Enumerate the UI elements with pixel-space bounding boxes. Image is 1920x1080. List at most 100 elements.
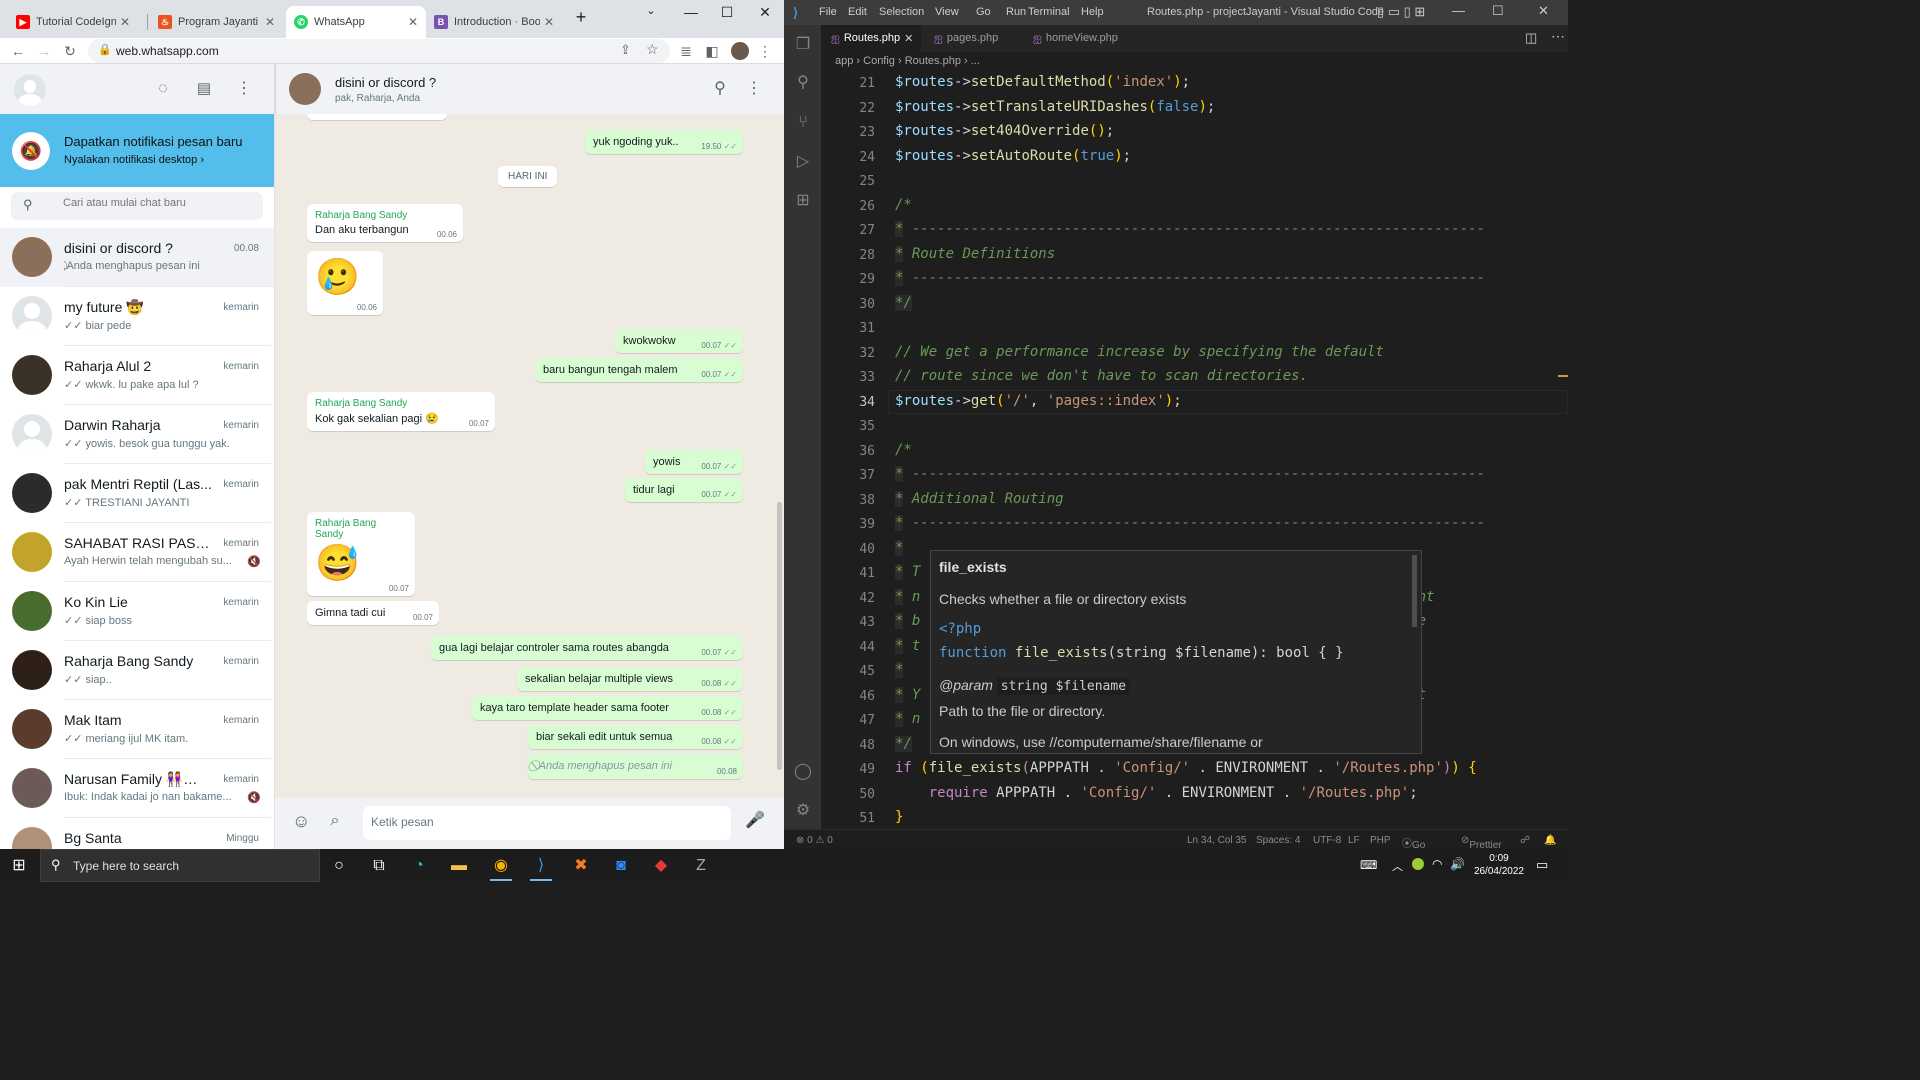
notification-banner[interactable]: 🔕 Dapatkan notifikasi pesan baru Nyalaka…: [0, 114, 274, 187]
my-avatar[interactable]: [14, 74, 46, 106]
menu-item[interactable]: View: [935, 6, 959, 18]
prettier-button[interactable]: ⊘ Prettier: [1461, 835, 1502, 849]
notifications-icon[interactable]: 🔔: [1544, 835, 1556, 846]
search-icon[interactable]: ⚲: [793, 73, 813, 93]
tab-tutorial-codeigniter[interactable]: ▶ Tutorial CodeIgniter ✕: [8, 6, 138, 38]
chrome-icon[interactable]: ◉: [488, 853, 514, 881]
chat-item[interactable]: Mak Itam kemarin ✓✓ meriang ijul MK itam.: [0, 700, 274, 759]
code-line[interactable]: require APPPATH . 'Config/' . ENVIRONMEN…: [895, 785, 1418, 801]
chat-item[interactable]: Ko Kin Lie kemarin ✓✓ siap boss: [0, 582, 274, 641]
encoding[interactable]: UTF-8: [1313, 835, 1341, 846]
code-line[interactable]: */: [895, 294, 912, 311]
menu-icon[interactable]: ⋮: [235, 80, 253, 98]
reading-list-icon[interactable]: ≣: [677, 42, 695, 60]
tab-program-jayanti[interactable]: ♨ Program Jayanti ✕: [150, 6, 283, 38]
chat-item[interactable]: disini or discord ? 00.08⃠ Anda menghapus…: [0, 228, 274, 287]
code-line[interactable]: * Route Definitions: [895, 245, 1055, 262]
editor-tab-pages[interactable]: ஐ pages.php: [924, 25, 1019, 52]
volume-icon[interactable]: 🔊: [1450, 857, 1465, 871]
conversation-header[interactable]: disini or discord ? pak, Raharja, Anda ⚲…: [275, 64, 784, 114]
cortana-icon[interactable]: ○: [326, 853, 352, 878]
address-bar[interactable]: 🔒 web.whatsapp.com ⇪ ☆: [88, 39, 670, 63]
layout-toggle-icons[interactable]: ▯ ▭ ▯ ⊞: [1377, 4, 1425, 20]
profile-avatar[interactable]: [731, 42, 749, 60]
code-line[interactable]: if (file_exists(APPPATH . 'Config/' . EN…: [895, 760, 1477, 776]
action-center-icon[interactable]: ▭: [1536, 857, 1548, 873]
chat-item[interactable]: Raharja Bang Sandy kemarin ✓✓ siap..: [0, 641, 274, 700]
chat-item[interactable]: Raharja Alul 2 kemarin ✓✓ wkwk. lu pake ap…: [0, 346, 274, 405]
emoji-icon[interactable]: ☺: [292, 812, 310, 830]
xampp-icon[interactable]: ✖: [568, 853, 594, 878]
message-sender[interactable]: Raharja Bang Sandy: [315, 210, 455, 221]
code-line[interactable]: */: [895, 735, 912, 752]
edge-icon[interactable]: ◔: [406, 853, 432, 878]
indentation[interactable]: Spaces: 4: [1256, 835, 1300, 846]
tray-chevron-icon[interactable]: ︿: [1392, 858, 1403, 874]
code-line[interactable]: * n: [895, 711, 920, 727]
bookmark-star-icon[interactable]: ☆: [646, 41, 659, 58]
message-bubble[interactable]: Raharja Bang Sandy Kok gak sekalian pagi …: [307, 392, 495, 431]
message-bubble[interactable]: Gimna tadi cui 00.07: [307, 601, 439, 625]
chat-item[interactable]: Darwin Raharja kemarin ✓✓ yowis. besok gua…: [0, 405, 274, 464]
message-bubble[interactable]: gua lagi belajar controler sama routes a…: [431, 636, 743, 660]
code-line[interactable]: * t: [895, 637, 920, 654]
file-explorer-icon[interactable]: ▬: [446, 853, 472, 878]
message-sender[interactable]: Raharja Bang Sandy: [315, 518, 407, 540]
close-tab-icon[interactable]: ✕: [120, 15, 130, 29]
menu-item[interactable]: Run: [1006, 6, 1026, 18]
task-view-icon[interactable]: ⧉: [366, 853, 392, 878]
code-line[interactable]: * --------------------------------------…: [895, 466, 1485, 482]
notification-link[interactable]: Nyalakan notifikasi desktop ›: [64, 154, 204, 166]
code-line[interactable]: *: [895, 539, 904, 556]
keyboard-icon[interactable]: ⌨: [1360, 858, 1377, 872]
menu-item[interactable]: Terminal: [1028, 6, 1070, 18]
problems-indicator[interactable]: ⊗ 0 ⚠ 0: [796, 835, 833, 846]
language-mode[interactable]: PHP: [1370, 835, 1391, 846]
minimize-button[interactable]: —: [676, 4, 706, 24]
editor-tab-routes[interactable]: ஐ Routes.php ✕: [821, 25, 921, 52]
close-tab-icon[interactable]: ✕: [904, 32, 913, 45]
message-bubble[interactable]: 🥲 00.06: [307, 251, 383, 315]
menu-item[interactable]: Help: [1081, 6, 1104, 18]
breadcrumb[interactable]: app › Config › Routes.php › ...: [821, 52, 1568, 72]
code-line[interactable]: $routes->set404Override();: [895, 123, 1114, 139]
chat-search-box[interactable]: ⚲: [11, 192, 263, 220]
menu-item[interactable]: File: [819, 6, 837, 18]
close-window-button[interactable]: ✕: [1538, 3, 1549, 19]
extensions-icon[interactable]: ⊞: [793, 191, 813, 211]
code-line[interactable]: *: [895, 662, 904, 678]
reload-icon[interactable]: ↻: [61, 42, 79, 60]
tab-whatsapp[interactable]: ✆ WhatsApp ✕: [286, 6, 426, 38]
tab-bootstrap[interactable]: B Introduction · Boots ✕: [426, 6, 562, 38]
golive-button[interactable]: ⦿ Go Live: [1402, 835, 1425, 849]
tab-search-chevron-icon[interactable]: ⌄: [636, 4, 666, 24]
code-line[interactable]: /*: [895, 442, 912, 458]
filezilla-icon[interactable]: Z: [688, 853, 714, 878]
code-line[interactable]: // We get a performance increase by spec…: [895, 344, 1384, 360]
tray-app-icon[interactable]: [1412, 858, 1424, 870]
code-line[interactable]: // route since we don't have to scan dir…: [895, 368, 1308, 384]
cursor-position[interactable]: Ln 34, Col 35: [1187, 835, 1247, 846]
code-line[interactable]: /*: [895, 197, 912, 213]
message-bubble[interactable]: baru bangun tengah malem 00.07 ✓✓: [535, 358, 743, 382]
chat-item[interactable]: Bg Santa Minggu: [0, 818, 274, 849]
explorer-icon[interactable]: ❐: [793, 35, 813, 55]
minimize-button[interactable]: —: [1452, 3, 1465, 18]
more-actions-icon[interactable]: ⋯: [1551, 28, 1565, 45]
code-line[interactable]: * --------------------------------------…: [895, 515, 1485, 531]
chat-item[interactable]: SAHABAT RASI PASAR ... kemarin Ayah Herwin…: [0, 523, 274, 582]
chat-item[interactable]: my future 🤠 kemarin ✓✓ biar pede: [0, 287, 274, 346]
chat-item[interactable]: pak Mentri Reptil (Las... kemarin ✓✓ TREST…: [0, 464, 274, 523]
taskbar-search[interactable]: ⚲ Type here to search: [40, 849, 320, 882]
status-icon[interactable]: ◌: [154, 80, 172, 98]
windows-start-icon[interactable]: ⊞: [6, 853, 32, 878]
close-tab-icon[interactable]: ✕: [265, 15, 275, 29]
message-bubble[interactable]: yuk ngoding yuk.. 19.50 ✓✓: [585, 130, 743, 154]
new-chat-icon[interactable]: ▤: [195, 80, 213, 98]
message-bubble[interactable]: sekalian belajar multiple views 00.08 ✓✓: [517, 667, 743, 691]
wifi-icon[interactable]: ◠: [1432, 857, 1442, 871]
message-sender[interactable]: Raharja Bang Sandy: [315, 398, 487, 409]
run-debug-icon[interactable]: ▷: [793, 152, 813, 172]
maximize-button[interactable]: ☐: [712, 4, 742, 24]
menu-item[interactable]: Edit: [848, 6, 867, 18]
